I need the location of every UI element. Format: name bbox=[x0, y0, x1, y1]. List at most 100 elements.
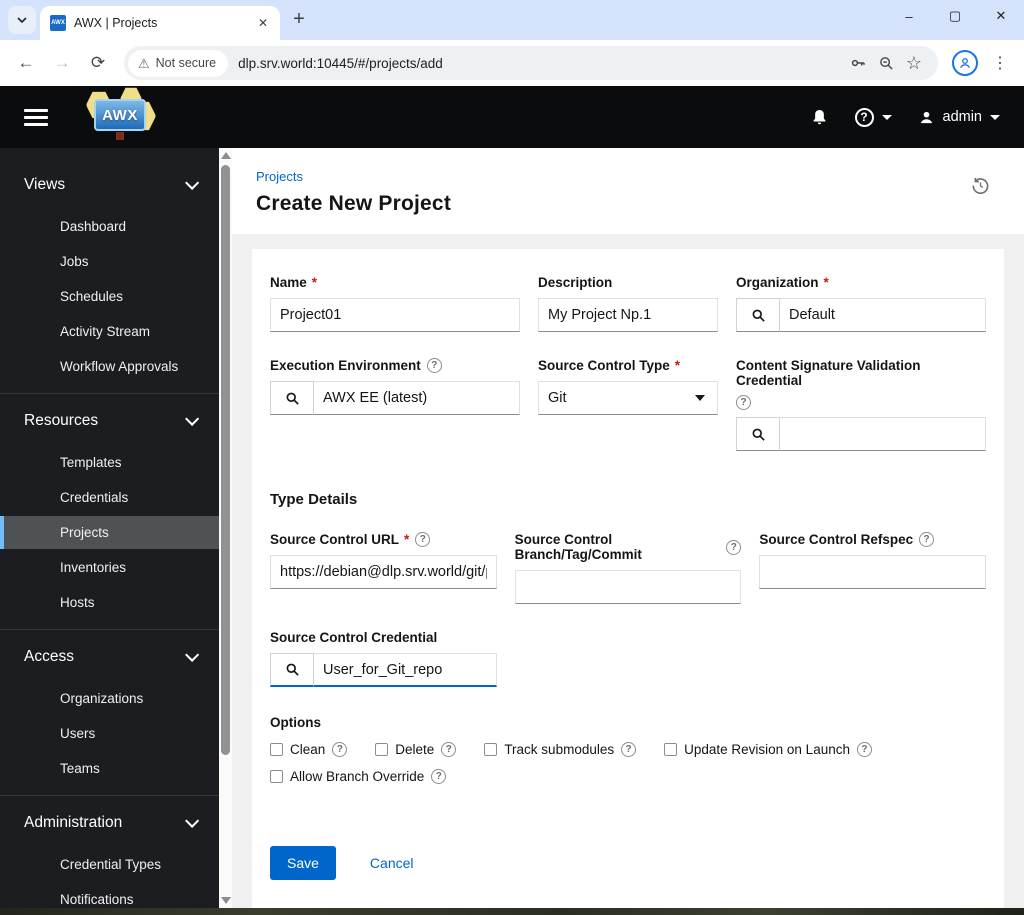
source-control-credential-input[interactable] bbox=[314, 653, 497, 687]
checkbox[interactable] bbox=[664, 743, 678, 756]
chevron-down-icon bbox=[990, 114, 1000, 120]
reload-button[interactable]: ⟳ bbox=[82, 47, 114, 79]
sidebar-item-users[interactable]: Users bbox=[0, 717, 219, 750]
field-execution-environment: Execution Environment? bbox=[270, 358, 520, 451]
sidebar-item-schedules[interactable]: Schedules bbox=[0, 280, 219, 313]
sidebar-item-inventories[interactable]: Inventories bbox=[0, 551, 219, 584]
browser-tab[interactable]: AWX AWX | Projects ✕ bbox=[40, 6, 280, 40]
source-control-branch-input[interactable] bbox=[514, 570, 742, 604]
source-control-refspec-input[interactable] bbox=[759, 555, 986, 589]
help-icon[interactable]: ? bbox=[736, 395, 751, 410]
sidebar-item-jobs[interactable]: Jobs bbox=[0, 245, 219, 278]
checkbox[interactable] bbox=[270, 743, 283, 756]
sidebar-item-workflow-approvals[interactable]: Workflow Approvals bbox=[0, 350, 219, 383]
sidebar-item-teams[interactable]: Teams bbox=[0, 752, 219, 785]
new-tab-button[interactable]: + bbox=[286, 6, 312, 32]
required-indicator: * bbox=[823, 275, 829, 290]
awx-logo[interactable]: AWX bbox=[80, 87, 158, 145]
password-key-icon[interactable] bbox=[844, 49, 872, 77]
page-title: Create New Project bbox=[256, 192, 452, 215]
sidebar-item-templates[interactable]: Templates bbox=[0, 446, 219, 479]
notifications-bell-icon[interactable] bbox=[810, 108, 829, 127]
help-icon[interactable]: ? bbox=[856, 742, 872, 757]
checkbox-track-submodules[interactable]: Track submodules? bbox=[484, 742, 637, 757]
nav-toggle-hamburger-icon[interactable] bbox=[24, 108, 48, 126]
source-control-url-input[interactable] bbox=[270, 555, 497, 589]
back-button[interactable]: ← bbox=[10, 47, 42, 79]
sidebar-item-notifications[interactable]: Notifications bbox=[0, 883, 219, 908]
scroll-up-icon[interactable] bbox=[220, 152, 231, 159]
help-icon[interactable]: ? bbox=[726, 539, 742, 555]
help-icon[interactable]: ? bbox=[415, 532, 431, 547]
bookmark-star-icon[interactable]: ☆ bbox=[900, 49, 928, 77]
execution-environment-input[interactable] bbox=[314, 381, 520, 415]
help-icon[interactable]: ? bbox=[431, 769, 447, 784]
name-input[interactable] bbox=[270, 298, 520, 332]
help-icon[interactable]: ? bbox=[919, 532, 935, 547]
source-control-type-select[interactable]: Git bbox=[538, 381, 718, 415]
help-icon[interactable]: ? bbox=[426, 358, 442, 373]
checkbox-update-revision-on-launch[interactable]: Update Revision on Launch? bbox=[664, 742, 872, 757]
main-content: Projects Create New Project Name* Descri… bbox=[232, 148, 1024, 908]
breadcrumb[interactable]: Projects bbox=[256, 169, 303, 184]
sidebar-item-projects[interactable]: Projects bbox=[0, 516, 219, 549]
sidebar-section-resources[interactable]: Resources bbox=[0, 408, 219, 444]
help-icon[interactable]: ? bbox=[332, 742, 348, 757]
execution-environment-search-button[interactable] bbox=[270, 381, 314, 415]
maximize-button[interactable]: ▢ bbox=[932, 0, 978, 32]
search-icon bbox=[286, 392, 299, 405]
chevron-down-icon bbox=[881, 114, 892, 120]
sidebar-item-credentials[interactable]: Credentials bbox=[0, 481, 219, 514]
not-secure-label: Not secure bbox=[155, 56, 217, 70]
sidebar-section-views[interactable]: Views bbox=[0, 172, 219, 208]
forward-button[interactable]: → bbox=[46, 47, 78, 79]
tab-search-button[interactable] bbox=[8, 6, 36, 34]
sidebar-item-credential-types[interactable]: Credential Types bbox=[0, 848, 219, 881]
scroll-down-icon[interactable] bbox=[220, 897, 231, 904]
browser-menu-icon[interactable]: ⋮ bbox=[986, 53, 1014, 73]
checkbox[interactable] bbox=[484, 743, 498, 756]
source-control-credential-search-button[interactable] bbox=[270, 653, 314, 687]
tab-close-icon[interactable]: ✕ bbox=[254, 14, 272, 32]
browser-tabstrip: AWX AWX | Projects ✕ + – ▢ ✕ bbox=[0, 0, 1024, 40]
save-button[interactable]: Save bbox=[270, 846, 336, 880]
chevron-down-icon bbox=[185, 813, 200, 828]
awx-masthead: AWX ? admin bbox=[0, 86, 1024, 148]
organization-search-button[interactable] bbox=[736, 298, 780, 332]
options-group: Options Clean? Delete? Track submodules?… bbox=[270, 715, 986, 784]
sidebar-item-activity-stream[interactable]: Activity Stream bbox=[0, 315, 219, 348]
checkbox-delete[interactable]: Delete? bbox=[375, 742, 457, 757]
content-signature-input[interactable] bbox=[780, 417, 986, 451]
monitor-stand bbox=[116, 132, 124, 140]
content-signature-search-button[interactable] bbox=[736, 417, 780, 451]
close-button[interactable]: ✕ bbox=[978, 0, 1024, 32]
user-menu[interactable]: admin bbox=[918, 109, 1000, 126]
checkbox[interactable] bbox=[375, 743, 389, 756]
organization-input[interactable] bbox=[780, 298, 986, 332]
description-input[interactable] bbox=[538, 298, 718, 332]
search-icon bbox=[752, 428, 765, 441]
browser-toolbar: ← → ⟳ ⚠ Not secure dlp.srv.world:10445/#… bbox=[0, 40, 1024, 86]
sidebar-item-hosts[interactable]: Hosts bbox=[0, 586, 219, 619]
zoom-icon[interactable] bbox=[872, 49, 900, 77]
history-icon[interactable] bbox=[971, 176, 990, 200]
sidebar-section-administration[interactable]: Administration bbox=[0, 810, 219, 846]
checkbox[interactable] bbox=[270, 770, 283, 783]
sidebar-item-organizations[interactable]: Organizations bbox=[0, 682, 219, 715]
help-menu[interactable]: ? bbox=[854, 107, 892, 127]
field-source-control-url: Source Control URL *? bbox=[270, 532, 497, 604]
sidebar-section-access[interactable]: Access bbox=[0, 644, 219, 680]
cancel-button[interactable]: Cancel bbox=[370, 855, 414, 871]
scrollbar-thumb[interactable] bbox=[221, 165, 230, 755]
address-bar[interactable]: ⚠ Not secure dlp.srv.world:10445/#/proje… bbox=[124, 46, 938, 80]
field-description: Description bbox=[538, 275, 718, 332]
not-secure-chip[interactable]: ⚠ Not secure bbox=[128, 49, 229, 77]
profile-avatar[interactable] bbox=[952, 50, 978, 76]
sidebar-item-dashboard[interactable]: Dashboard bbox=[0, 210, 219, 243]
page-scrollbar[interactable] bbox=[219, 148, 232, 908]
help-icon[interactable]: ? bbox=[621, 742, 637, 757]
minimize-button[interactable]: – bbox=[886, 0, 932, 32]
help-icon[interactable]: ? bbox=[441, 742, 457, 757]
checkbox-clean[interactable]: Clean? bbox=[270, 742, 348, 757]
checkbox-allow-branch-override[interactable]: Allow Branch Override? bbox=[270, 769, 447, 784]
